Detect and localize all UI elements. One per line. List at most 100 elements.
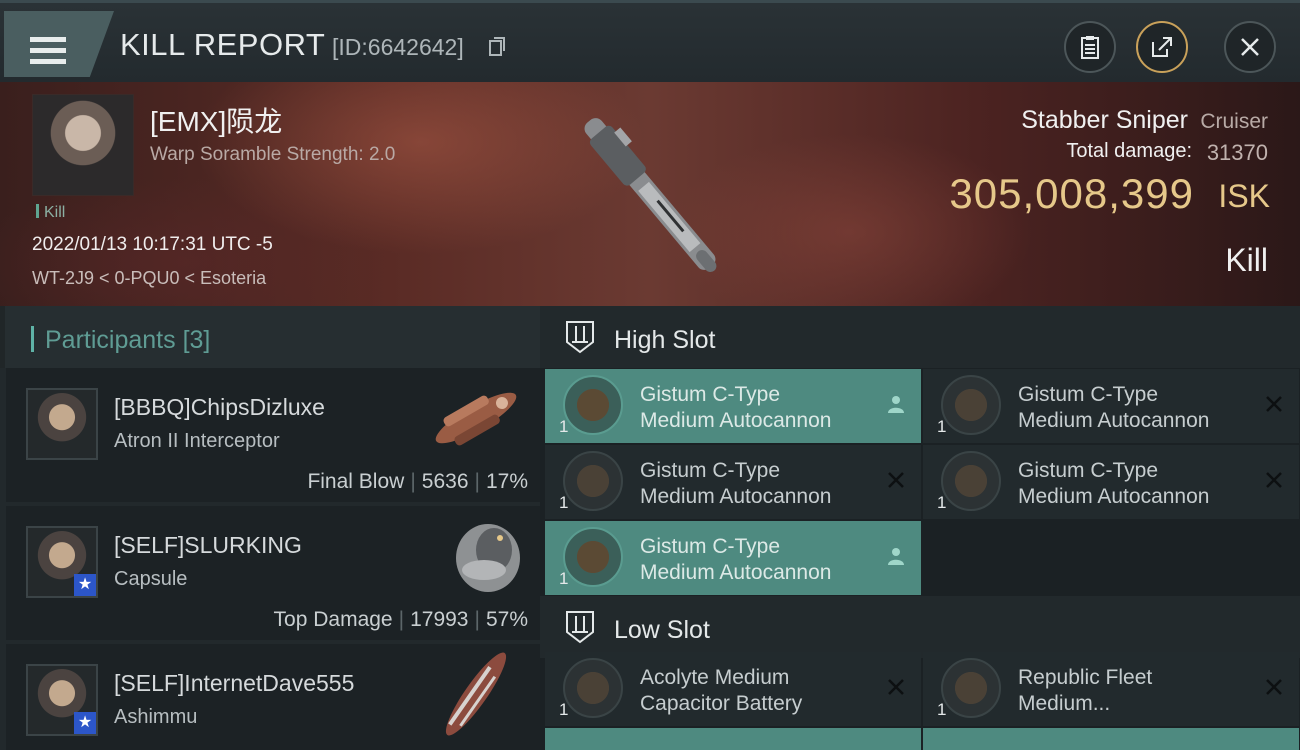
destroyed-x-icon: [1266, 396, 1282, 412]
victim-portrait[interactable]: [32, 94, 134, 196]
high-slot-header: High Slot: [540, 306, 1300, 368]
module-quantity: 1: [559, 493, 569, 512]
participant-stats: Top Damage | 17993 | 57%: [273, 608, 528, 631]
module-slot[interactable]: 1 Gistum C-Type Medium Autocannon: [923, 369, 1299, 443]
participant-stats: Final Blow | 5636 | 17%: [307, 470, 528, 493]
module-slot[interactable]: 1 Gistum C-Type Medium Autocannon: [545, 369, 921, 443]
victim-ship-image[interactable]: [540, 88, 760, 300]
kill-banner: [EMX]陨龙 Warp Soramble Strength: 2.0 Kill…: [0, 82, 1300, 306]
warp-scramble-strength: Warp Soramble Strength: 2.0: [150, 144, 396, 165]
high-slot-icon: [566, 321, 594, 354]
participant-row[interactable]: [BBBQ]ChipsDizluxe Atron II Interceptor …: [6, 368, 540, 502]
module-quantity: 1: [559, 417, 569, 436]
module-type: Medium Autocannon: [640, 485, 832, 508]
participant-ship: Atron II Interceptor: [114, 430, 280, 452]
total-damage-label: Total damage:: [1066, 140, 1192, 162]
module-slot[interactable]: 1 Gistum C-Type Medium Autocannon: [545, 521, 921, 595]
module-type: Medium Autocannon: [1018, 409, 1210, 432]
participant-name: [SELF]InternetDave555: [114, 670, 355, 696]
module-slot-partial[interactable]: [545, 728, 921, 750]
module-slot[interactable]: 1 Republic Fleet Medium...: [923, 652, 1299, 726]
module-type: Capacitor Battery: [640, 692, 803, 715]
report-id: [ID:6642642]: [332, 34, 464, 60]
star-icon: ★: [74, 574, 96, 596]
kill-timestamp: 2022/01/13 10:17:31 UTC -5: [32, 234, 273, 255]
module-name: Gistum C-Type: [640, 383, 781, 406]
autocannon-icon: [941, 375, 1001, 435]
participant-ship-image: [456, 524, 520, 592]
module-type: Medium Autocannon: [640, 561, 832, 584]
high-slot-label: High Slot: [614, 326, 716, 354]
participant-row[interactable]: ★ [SELF]InternetDave555 Ashimmu: [6, 644, 540, 750]
module-type: Medium...: [1018, 692, 1111, 715]
module-name: Gistum C-Type: [640, 535, 781, 558]
participant-avatar[interactable]: [26, 388, 98, 460]
isk-value: 305,008,399: [949, 170, 1194, 217]
autocannon-icon: [563, 527, 623, 587]
module-quantity: 1: [559, 700, 569, 719]
participant-name: [BBBQ]ChipsDizluxe: [114, 394, 325, 420]
dropped-person-icon: [888, 548, 904, 565]
ship-class: Cruiser: [1200, 110, 1268, 133]
module-quantity: 1: [937, 493, 947, 512]
participant-name: [SELF]SLURKING: [114, 532, 302, 558]
menu-button[interactable]: [4, 11, 114, 77]
participant-avatar[interactable]: ★: [26, 526, 98, 598]
kill-tag: Kill: [36, 204, 65, 222]
participant-ship-image: [445, 652, 507, 736]
participant-row[interactable]: ★ [SELF]SLURKING Capsule Top Damage | 1799…: [6, 506, 540, 640]
share-icon: [1152, 37, 1172, 57]
clipboard-icon: [1081, 36, 1099, 59]
low-slot-icon: [566, 611, 594, 644]
module-slot-partial[interactable]: [923, 728, 1299, 750]
module-slot[interactable]: 1 Gistum C-Type Medium Autocannon: [545, 445, 921, 519]
destroyed-x-icon: [1266, 472, 1282, 488]
shield-extender-icon: [941, 658, 1001, 718]
destroyed-x-icon: [888, 472, 904, 488]
participants-label: Participants [3]: [45, 326, 211, 354]
header-bar: KILL REPORT [ID:6642642]: [0, 0, 1300, 82]
capacitor-battery-icon: [563, 658, 623, 718]
module-quantity: 1: [937, 700, 947, 719]
clipboard-button[interactable]: [1064, 21, 1116, 73]
close-icon: [1241, 38, 1259, 56]
module-slot[interactable]: 1 Acolyte Medium Capacitor Battery: [545, 652, 921, 726]
participant-ship-image: [435, 392, 517, 446]
participants-header: Participants [3]: [0, 306, 540, 368]
module-quantity: 1: [937, 417, 947, 436]
dropped-person-icon: [888, 396, 904, 413]
autocannon-icon: [563, 451, 623, 511]
kill-location[interactable]: WT-2J9 < 0-PQU0 < Esoteria: [32, 268, 266, 289]
module-name: Republic Fleet: [1018, 666, 1153, 689]
module-slot[interactable]: 1 Gistum C-Type Medium Autocannon: [923, 445, 1299, 519]
autocannon-icon: [941, 451, 1001, 511]
participants-panel: Participants [3] [BBBQ]ChipsDizluxe Atro…: [0, 306, 540, 750]
destroyed-x-icon: [1266, 679, 1282, 695]
share-button[interactable]: [1136, 21, 1188, 73]
isk-unit: ISK: [1218, 178, 1270, 214]
fitting-panel: High Slot 1 Gistum C-Type Medium Autocan…: [540, 306, 1300, 750]
autocannon-icon: [563, 375, 623, 435]
low-slot-label: Low Slot: [614, 616, 710, 644]
ship-name[interactable]: Stabber Sniper: [1021, 106, 1188, 135]
participant-avatar[interactable]: ★: [26, 664, 98, 736]
module-name: Gistum C-Type: [1018, 383, 1159, 406]
participant-ship: Capsule: [114, 568, 188, 590]
module-name: Gistum C-Type: [640, 459, 781, 482]
module-name: Gistum C-Type: [1018, 459, 1159, 482]
close-button[interactable]: [1224, 21, 1276, 73]
kill-result-label: Kill: [1225, 242, 1268, 278]
total-damage-value: 31370: [1206, 140, 1268, 165]
participant-ship: Ashimmu: [114, 706, 198, 728]
header-accent-bar: [31, 326, 34, 352]
hamburger-icon: [30, 37, 66, 65]
destroyed-x-icon: [888, 679, 904, 695]
page-title: KILL REPORT: [120, 27, 326, 62]
victim-name[interactable]: [EMX]陨龙: [150, 100, 282, 140]
module-type: Medium Autocannon: [640, 409, 832, 432]
module-quantity: 1: [559, 569, 569, 588]
module-name: Acolyte Medium: [640, 666, 790, 689]
copy-icon[interactable]: [488, 37, 506, 57]
star-icon: ★: [74, 712, 96, 734]
module-type: Medium Autocannon: [1018, 485, 1210, 508]
